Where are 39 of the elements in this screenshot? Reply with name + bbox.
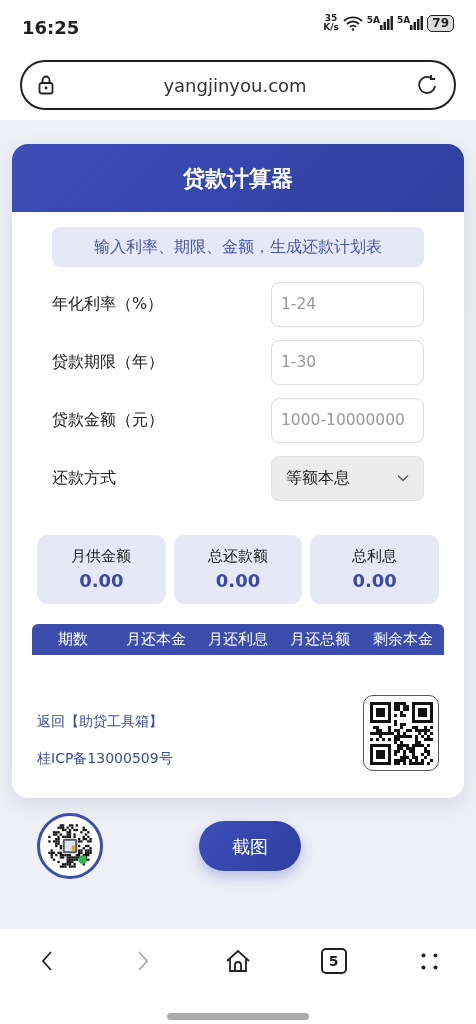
url-text: yangjinyou.com [163, 73, 307, 98]
screenshot-button[interactable]: 截图 [199, 821, 301, 871]
battery-level: 79 [427, 14, 454, 32]
reload-icon[interactable] [416, 74, 438, 96]
summary-value: 0.00 [352, 569, 397, 594]
signal-icon [410, 16, 424, 30]
summary-label: 总还款额 [208, 545, 268, 567]
column-header: 剩余本金 [371, 629, 434, 649]
calculator-title: 贷款计算器 [12, 144, 464, 212]
input-field[interactable]: 1-30 [271, 339, 424, 385]
network-type: 5A [366, 16, 381, 25]
repayment-dropdown[interactable]: 等额本息 [271, 455, 424, 501]
summary-label: 总利息 [352, 545, 398, 567]
chevron-down-icon [397, 474, 409, 482]
summary-value: 0.00 [79, 569, 124, 594]
summary-value: 0.00 [215, 569, 261, 594]
wifi-icon [342, 15, 363, 31]
instruction-banner: 输入利率、期限、金额，生成还款计划表 [52, 227, 424, 267]
field-label: 年化利率（%） [52, 293, 164, 315]
clock-time: 16:25 [22, 16, 80, 40]
field-label: 贷款金额（元） [52, 409, 164, 431]
input-field[interactable]: 1-24 [271, 281, 424, 327]
network-speed: 35 [324, 14, 338, 23]
signal-icon [380, 16, 394, 30]
summary-label: 月供金额 [71, 545, 132, 567]
column-header: 月还利息 [207, 629, 269, 649]
address-bar[interactable]: yangjinyou.com [20, 60, 456, 110]
column-header: 期数 [57, 629, 90, 649]
footer-link[interactable]: 返回【助贷工具箱】 [37, 711, 173, 732]
input-field[interactable]: 1000-10000000 [271, 397, 424, 443]
field-label: 贷款期限（年） [52, 351, 164, 373]
network-type: 5A [397, 16, 411, 25]
column-header: 月还本金 [124, 629, 187, 649]
lock-icon [38, 75, 54, 95]
speed-unit: K/s [323, 23, 339, 32]
column-header: 月还总额 [289, 629, 352, 649]
footer-link[interactable]: 桂ICP备13000509号 [37, 748, 173, 769]
field-label: 还款方式 [52, 467, 116, 489]
tabs-button[interactable]: 5 [308, 941, 359, 981]
